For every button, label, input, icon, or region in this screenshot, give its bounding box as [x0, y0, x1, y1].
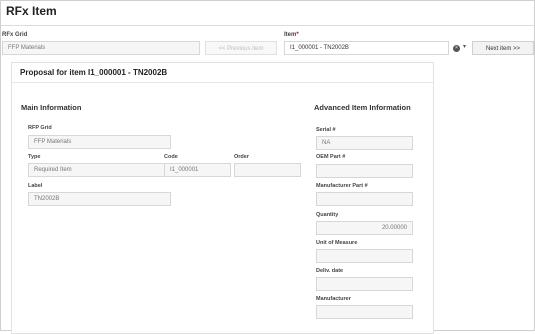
rfx-item-window: RFx Item RFx Grid FFP Materials << Previ…: [0, 0, 535, 334]
quantity-label: Quantity: [316, 212, 339, 218]
previous-item-button[interactable]: << Previous item: [205, 41, 277, 55]
rfx-grid-field: FFP Materials: [2, 41, 200, 55]
delivery-date-label: Deliv. date: [316, 268, 344, 274]
serial-label: Serial #: [316, 127, 336, 133]
manufacturer-field: [316, 305, 413, 319]
panel-header: Proposal for item I1_000001 - TN2002B: [12, 63, 433, 83]
manufacturer-label: Manufacturer: [316, 296, 351, 302]
main-information-title: Main Information: [21, 103, 82, 112]
proposal-panel: Proposal for item I1_000001 - TN2002B Ma…: [11, 62, 434, 334]
clear-circle-icon[interactable]: ×: [453, 44, 460, 52]
code-field: I1_000001: [164, 163, 231, 177]
label-field: TN2002B: [28, 192, 171, 206]
rfx-grid-label: RFx Grid: [2, 32, 28, 38]
panel-title: Proposal for item I1_000001 - TN2002B: [20, 68, 168, 77]
unit-of-measure-label: Unit of Measure: [316, 240, 358, 246]
item-label: Item*: [284, 32, 299, 38]
advanced-item-information-title: Advanced Item Information: [314, 103, 411, 112]
unit-of-measure-field: [316, 249, 413, 263]
manufacturer-part-label: Manufacturer Part #: [316, 183, 368, 189]
order-label: Order: [234, 154, 249, 160]
oem-part-label: OEM Part #: [316, 154, 346, 160]
item-select[interactable]: I1_000001 - TN2002B: [284, 41, 449, 55]
code-label: Code: [164, 154, 178, 160]
rfp-grid-field: FFP Materials: [28, 135, 171, 149]
manufacturer-part-field: [316, 192, 413, 206]
rfp-grid-label: RFP Grid: [28, 125, 52, 131]
title-bar: RFx Item: [1, 1, 534, 26]
serial-field: NA: [316, 136, 413, 150]
caret-down-icon[interactable]: ▾: [463, 43, 466, 50]
type-label: Type: [28, 154, 41, 160]
next-item-button[interactable]: Next item >>: [472, 41, 534, 55]
type-field: Required Item: [28, 163, 171, 177]
delivery-date-field: [316, 277, 413, 291]
oem-part-field: [316, 164, 413, 178]
quantity-field: 20.00000: [316, 221, 413, 235]
order-field: [234, 163, 301, 177]
window-title: RFx Item: [6, 4, 57, 18]
required-mark: *: [296, 32, 299, 38]
label-label: Label: [28, 183, 43, 189]
